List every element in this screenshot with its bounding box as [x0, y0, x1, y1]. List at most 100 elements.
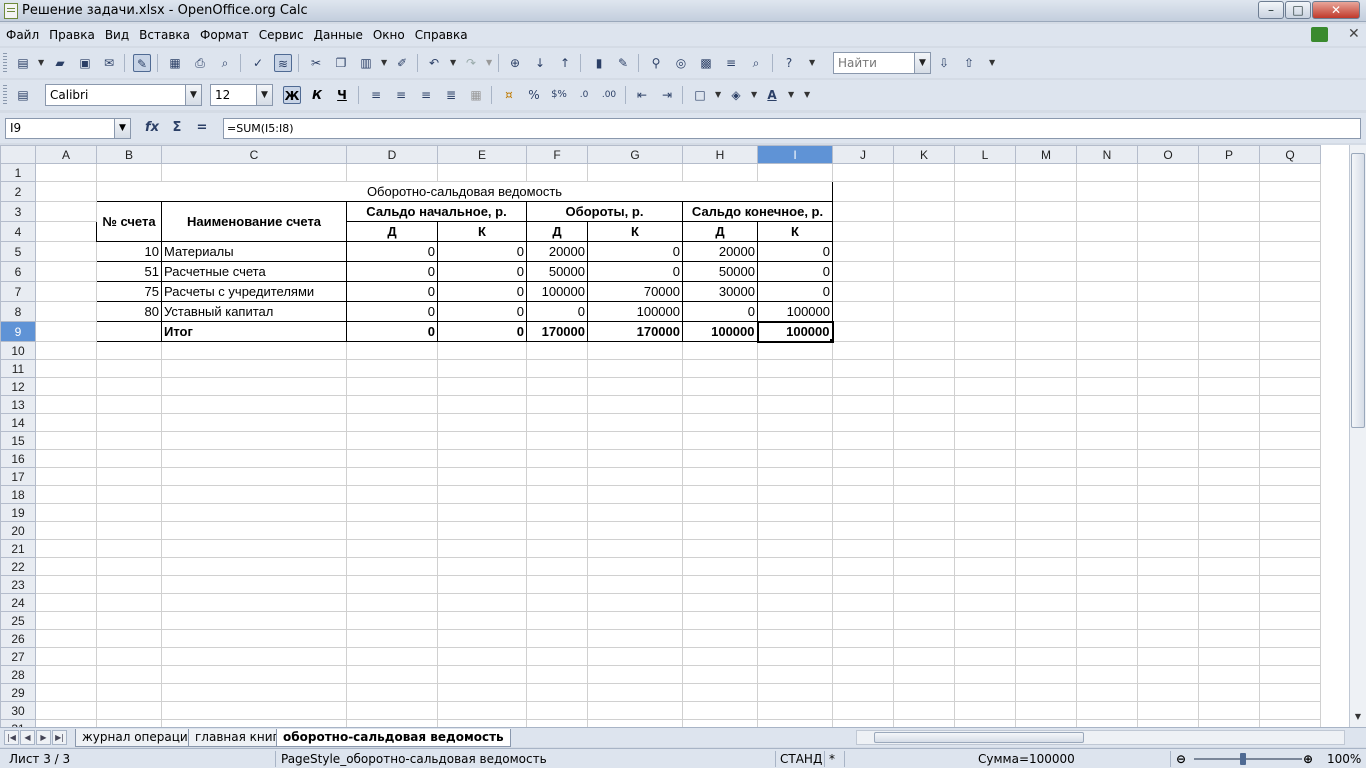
cell-j9[interactable]: [832, 321, 894, 342]
cell-q29[interactable]: [1259, 683, 1321, 702]
cell-q17[interactable]: [1259, 467, 1321, 486]
cell-n7[interactable]: [1076, 281, 1138, 302]
background-color-icon[interactable]: ◈: [727, 86, 745, 104]
standard-format-icon[interactable]: $%: [550, 86, 568, 104]
cell-b1[interactable]: [96, 163, 162, 182]
cell-f13[interactable]: [526, 395, 588, 414]
cell-d21[interactable]: [346, 539, 438, 558]
cell-k28[interactable]: [893, 665, 955, 684]
next-sheet-icon[interactable]: ▶: [36, 730, 51, 745]
amount-open-d[interactable]: 0: [346, 261, 438, 282]
cell-d1[interactable]: [346, 163, 438, 182]
cell-m29[interactable]: [1015, 683, 1077, 702]
cell-e25[interactable]: [437, 611, 527, 630]
cell-q24[interactable]: [1259, 593, 1321, 612]
currency-format-icon[interactable]: ¤: [500, 86, 518, 104]
cell-a15[interactable]: [35, 431, 97, 450]
cell-o31[interactable]: [1137, 719, 1199, 727]
cell-f19[interactable]: [526, 503, 588, 522]
font-color-icon[interactable]: A: [763, 86, 781, 104]
cell-c18[interactable]: [161, 485, 347, 504]
cell-m11[interactable]: [1015, 359, 1077, 378]
cell-l4[interactable]: [954, 221, 1016, 242]
cell-k23[interactable]: [893, 575, 955, 594]
cell-i14[interactable]: [757, 413, 833, 432]
cell-g18[interactable]: [587, 485, 683, 504]
cell-b11[interactable]: [96, 359, 162, 378]
cell-k12[interactable]: [893, 377, 955, 396]
cell-k25[interactable]: [893, 611, 955, 630]
cell-o1[interactable]: [1137, 163, 1199, 182]
cell-m4[interactable]: [1015, 221, 1077, 242]
cell-n25[interactable]: [1076, 611, 1138, 630]
cell-h16[interactable]: [682, 449, 758, 468]
cell-m27[interactable]: [1015, 647, 1077, 666]
cell-i31[interactable]: [757, 719, 833, 727]
cell-j16[interactable]: [832, 449, 894, 468]
header-debit[interactable]: Д: [526, 221, 588, 242]
cell-j7[interactable]: [832, 281, 894, 302]
zoom-slider-handle[interactable]: [1240, 753, 1246, 765]
account-name[interactable]: Материалы: [161, 241, 347, 262]
cell-k29[interactable]: [893, 683, 955, 702]
cell-h31[interactable]: [682, 719, 758, 727]
cell-h18[interactable]: [682, 485, 758, 504]
cell-n30[interactable]: [1076, 701, 1138, 720]
cell-l6[interactable]: [954, 261, 1016, 282]
cell-a13[interactable]: [35, 395, 97, 414]
cell-p4[interactable]: [1198, 221, 1260, 242]
cell-o20[interactable]: [1137, 521, 1199, 540]
cell-k30[interactable]: [893, 701, 955, 720]
edit-file-icon[interactable]: ✎: [133, 54, 151, 72]
cell-a8[interactable]: [35, 301, 97, 322]
cell-p30[interactable]: [1198, 701, 1260, 720]
total-label[interactable]: Итог: [161, 321, 347, 342]
menu-view[interactable]: Вид: [100, 24, 134, 46]
cell-n21[interactable]: [1076, 539, 1138, 558]
cell-j25[interactable]: [832, 611, 894, 630]
header-credit[interactable]: К: [437, 221, 527, 242]
cell-m28[interactable]: [1015, 665, 1077, 684]
cell-h21[interactable]: [682, 539, 758, 558]
cell-j13[interactable]: [832, 395, 894, 414]
account-number[interactable]: 51: [96, 261, 162, 282]
row-header-14[interactable]: 14: [0, 413, 36, 432]
new-document-icon[interactable]: ▤: [14, 54, 32, 72]
justify-icon[interactable]: ≣: [442, 86, 460, 104]
cell-h10[interactable]: [682, 341, 758, 360]
cell-n1[interactable]: [1076, 163, 1138, 182]
cell-d14[interactable]: [346, 413, 438, 432]
header-opening-balance[interactable]: Сальдо начальное, р.: [346, 201, 527, 222]
cell-e12[interactable]: [437, 377, 527, 396]
menu-insert[interactable]: Вставка: [134, 24, 195, 46]
cell-i27[interactable]: [757, 647, 833, 666]
borders-icon[interactable]: □: [691, 86, 709, 104]
cell-l17[interactable]: [954, 467, 1016, 486]
cell-d20[interactable]: [346, 521, 438, 540]
total-open-d[interactable]: 0: [346, 321, 438, 342]
cell-h17[interactable]: [682, 467, 758, 486]
cell-b19[interactable]: [96, 503, 162, 522]
cell-c20[interactable]: [161, 521, 347, 540]
menu-tools[interactable]: Сервис: [254, 24, 309, 46]
decrease-indent-icon[interactable]: ⇤: [633, 86, 651, 104]
draw-functions-icon[interactable]: ✎: [614, 54, 632, 72]
hyperlink-icon[interactable]: ⊕: [506, 54, 524, 72]
total-account-number[interactable]: [96, 321, 162, 342]
tab-trial-balance[interactable]: оборотно-сальдовая ведомость: [276, 729, 511, 747]
menu-data[interactable]: Данные: [309, 24, 368, 46]
cell-m25[interactable]: [1015, 611, 1077, 630]
amount-turn-d[interactable]: 50000: [526, 261, 588, 282]
cell-k8[interactable]: [893, 301, 955, 322]
cell-o21[interactable]: [1137, 539, 1199, 558]
chevron-down-icon[interactable]: ▼: [114, 119, 130, 138]
amount-open-d[interactable]: 0: [346, 241, 438, 262]
cell-i1[interactable]: [757, 163, 833, 182]
cell-l10[interactable]: [954, 341, 1016, 360]
cell-c28[interactable]: [161, 665, 347, 684]
amount-close-d[interactable]: 50000: [682, 261, 758, 282]
cell-d18[interactable]: [346, 485, 438, 504]
cell-o22[interactable]: [1137, 557, 1199, 576]
cell-f20[interactable]: [526, 521, 588, 540]
cell-m30[interactable]: [1015, 701, 1077, 720]
